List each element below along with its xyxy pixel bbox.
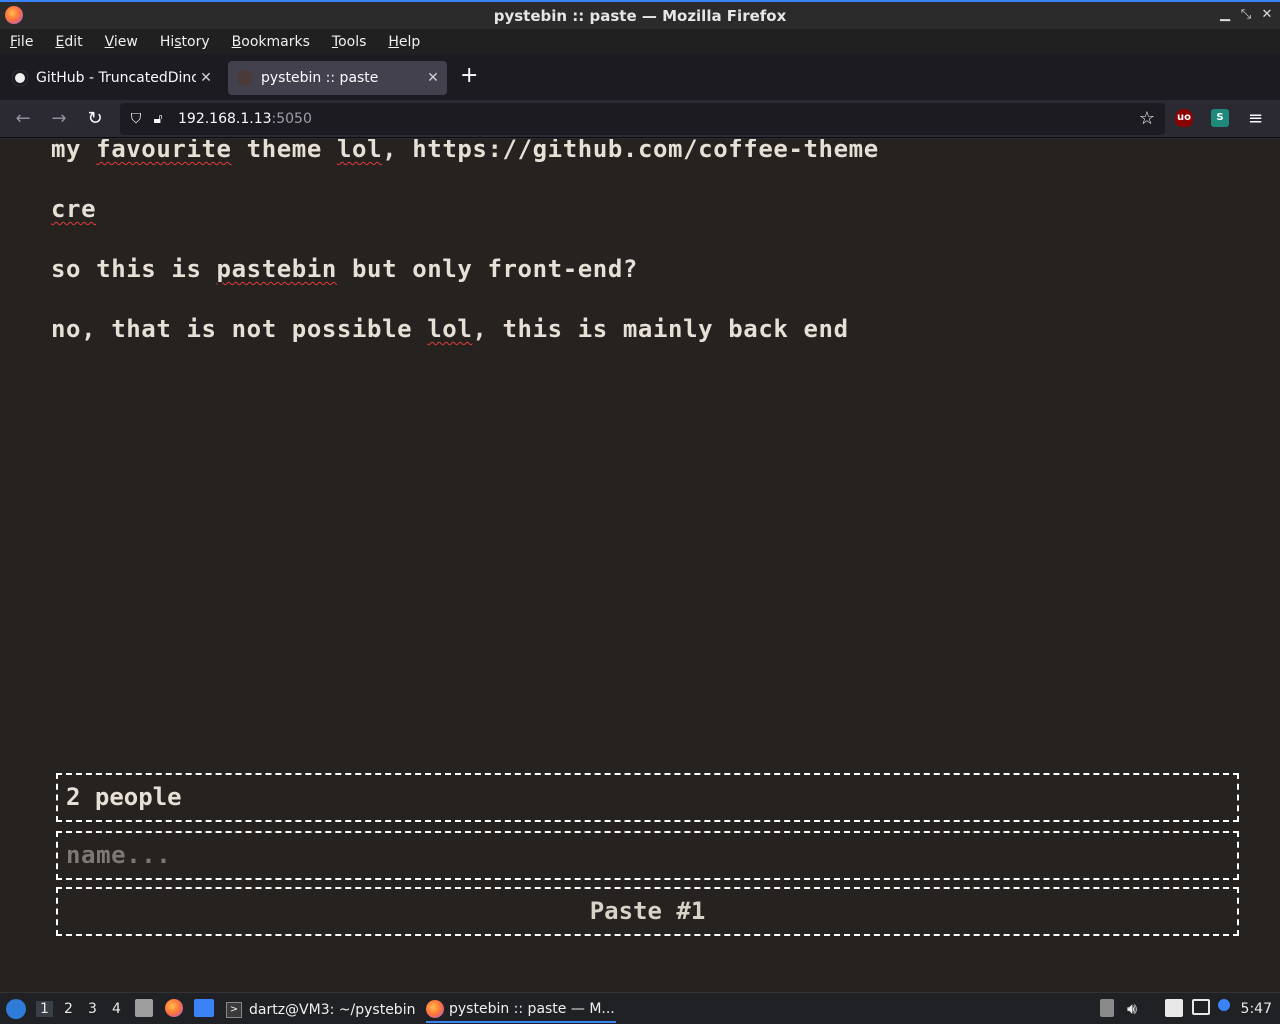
- github-icon: [12, 70, 28, 86]
- close-tab-icon[interactable]: ✕: [423, 70, 443, 86]
- network-icon[interactable]: [1192, 999, 1210, 1015]
- workspace-4[interactable]: 4: [112, 1001, 121, 1017]
- tab-pystebin[interactable]: pystebin :: paste ✕: [228, 61, 447, 95]
- url-port: :5050: [271, 111, 312, 127]
- name-field-box: [56, 831, 1239, 880]
- forward-button[interactable]: →: [48, 108, 70, 130]
- close-tab-icon[interactable]: ✕: [196, 70, 216, 86]
- menu-file[interactable]: File: [10, 34, 33, 50]
- menu-bookmarks[interactable]: Bookmarks: [232, 34, 310, 50]
- url-host: 192.168.1.13: [178, 111, 272, 127]
- tab-strip: GitHub - TruncatedDinosour ✕ pystebin ::…: [0, 54, 1280, 100]
- reload-button[interactable]: ↻: [84, 108, 106, 130]
- firefox-task[interactable]: pystebin :: paste — M...: [426, 997, 616, 1023]
- clipboard-icon[interactable]: [1165, 999, 1183, 1017]
- volume-icon[interactable]: 🔊︎: [1127, 999, 1137, 1019]
- firefox-launcher-icon[interactable]: [165, 999, 183, 1017]
- navigation-bar: ← → ↻ ⛉ 🔓︎ 192.168.1.13:5050 ☆ uo S ≡: [0, 100, 1280, 138]
- workspace-1[interactable]: 1: [36, 1001, 53, 1017]
- back-button[interactable]: ←: [12, 108, 34, 130]
- new-tab-button[interactable]: +: [460, 65, 478, 87]
- chat-message: no, that is not possible lol, this is ma…: [51, 315, 849, 343]
- workspace-3[interactable]: 3: [88, 1001, 97, 1017]
- shield-icon[interactable]: ⛉: [126, 111, 146, 127]
- tab-label: GitHub - TruncatedDinosour: [36, 70, 196, 86]
- firefox-task-icon: [426, 1000, 444, 1018]
- firefox-icon: [5, 6, 23, 24]
- notification-icon[interactable]: [1218, 999, 1230, 1011]
- minimize-icon[interactable]: ▁: [1217, 7, 1233, 22]
- window-titlebar: pystebin :: paste — Mozilla Firefox ▁ ⤡ …: [0, 0, 1280, 29]
- name-input[interactable]: [66, 841, 1237, 869]
- page-content: my favourite theme lol, https://github.c…: [0, 139, 1280, 992]
- paste-button[interactable]: Paste #1: [56, 887, 1239, 936]
- tray-storage-icon[interactable]: [1100, 999, 1114, 1017]
- workspace-2[interactable]: 2: [64, 1001, 73, 1017]
- menu-view[interactable]: View: [105, 34, 138, 50]
- file-manager-icon[interactable]: [135, 999, 153, 1017]
- tab-github[interactable]: GitHub - TruncatedDinosour ✕: [6, 61, 220, 95]
- terminal-task-label: dartz@VM3: ~/pystebin: [249, 1002, 416, 1018]
- extension-s-icon[interactable]: S: [1211, 109, 1229, 127]
- lock-icon[interactable]: 🔓︎: [148, 111, 168, 127]
- window-title: pystebin :: paste — Mozilla Firefox: [493, 6, 787, 25]
- desktop-icon[interactable]: [194, 999, 214, 1017]
- ublock-extension-icon[interactable]: uo: [1175, 109, 1193, 127]
- url-bar[interactable]: ⛉ 🔓︎ 192.168.1.13:5050 ☆: [120, 103, 1165, 135]
- taskbar: 1 2 3 4 > dartz@VM3: ~/pystebin pystebin…: [0, 992, 1280, 1024]
- clock[interactable]: 5:47: [1241, 1001, 1272, 1017]
- menu-edit[interactable]: Edit: [55, 34, 82, 50]
- menu-tools[interactable]: Tools: [332, 34, 367, 50]
- tab-label: pystebin :: paste: [261, 70, 379, 86]
- chat-message: my favourite theme lol, https://github.c…: [51, 139, 879, 163]
- terminal-task[interactable]: > dartz@VM3: ~/pystebin: [226, 997, 415, 1023]
- people-count: 2 people: [56, 773, 1239, 822]
- page-favicon-icon: [237, 70, 253, 86]
- start-menu-icon[interactable]: [6, 999, 26, 1019]
- chat-message: so this is pastebin but only front-end?: [51, 255, 638, 283]
- bookmark-star-icon[interactable]: ☆: [1139, 108, 1155, 129]
- menu-bar: File Edit View History Bookmarks Tools H…: [0, 29, 1280, 54]
- maximize-icon[interactable]: ⤡: [1238, 7, 1254, 22]
- menu-history[interactable]: History: [160, 34, 210, 50]
- menu-help[interactable]: Help: [388, 34, 420, 50]
- close-window-icon[interactable]: ✕: [1259, 7, 1275, 22]
- app-menu-icon[interactable]: ≡: [1248, 108, 1263, 129]
- terminal-icon: >: [226, 1002, 242, 1018]
- chat-message: cre: [51, 195, 97, 223]
- firefox-task-label: pystebin :: paste — M...: [449, 1001, 615, 1017]
